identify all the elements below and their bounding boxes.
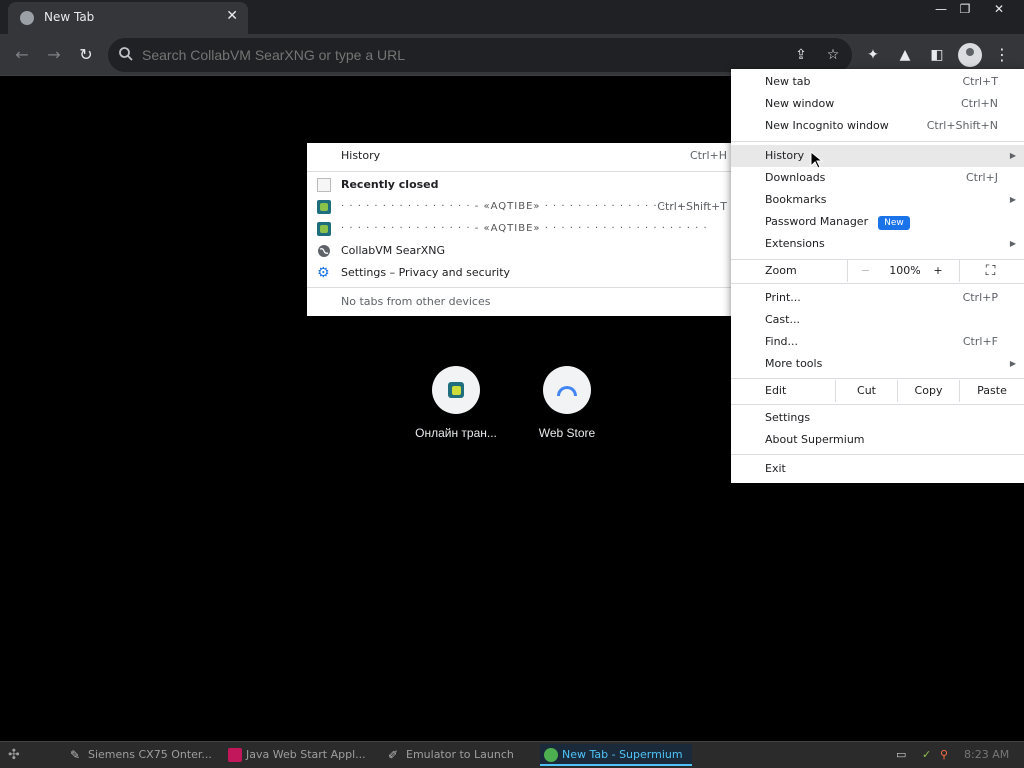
zoom-out-button[interactable]: − (847, 260, 883, 282)
site-favicon-icon (317, 200, 331, 214)
recently-closed-entry[interactable]: · · · · · · · · · · · · · · · · - «AQTIB… (307, 196, 737, 218)
history-item[interactable]: History Ctrl+H (307, 145, 737, 167)
emulator-icon: ✐ (388, 748, 399, 762)
shortcut-tile[interactable]: Онлайн тран... (401, 366, 511, 440)
app-menu: New tab Ctrl+T New window Ctrl+N New Inc… (731, 69, 1024, 483)
menu-item-cast[interactable]: Cast... (731, 309, 1024, 331)
title-bar: New Tab ✕ — ❐ ✕ (0, 0, 1024, 34)
tab-close-icon[interactable]: ✕ (226, 8, 238, 24)
shortcut-tile[interactable]: Web Store (512, 366, 622, 440)
taskbar-item-active[interactable]: New Tab - Supermium (540, 744, 692, 766)
window-icon (317, 178, 331, 192)
share-icon[interactable]: ⇪ (792, 46, 810, 64)
side-panel-icon[interactable]: ◧ (926, 44, 948, 66)
search-tray-icon[interactable]: ⚲ (940, 746, 948, 764)
menu-item-new-incognito[interactable]: New Incognito window Ctrl+Shift+N (731, 115, 1024, 137)
history-entry-searxng[interactable]: CollabVM SearXNG (307, 240, 737, 262)
menu-item-new-tab[interactable]: New tab Ctrl+T (731, 71, 1024, 93)
close-window-button[interactable]: ✕ (986, 0, 1012, 18)
zoom-in-button[interactable]: + (927, 260, 949, 282)
tab-new-tab[interactable]: New Tab ✕ (8, 2, 248, 34)
no-tabs-message: No tabs from other devices (341, 295, 491, 308)
copy-button[interactable]: Copy (897, 380, 959, 402)
zoom-level: 100% (889, 264, 921, 277)
menu-item-bookmarks[interactable]: Bookmarks ▶ (731, 189, 1024, 211)
site-favicon-icon (317, 222, 331, 236)
menu-item-about[interactable]: About Supermium (731, 429, 1024, 451)
reload-button[interactable]: ↻ (74, 43, 98, 67)
menu-item-history[interactable]: History ▶ (731, 145, 1024, 167)
submenu-arrow-icon: ▶ (1009, 359, 1016, 368)
restore-button[interactable]: ❐ (952, 0, 978, 18)
labs-flask-icon[interactable]: ▲ (894, 44, 916, 66)
menu-dots-icon[interactable]: ⋮ (991, 44, 1013, 66)
menu-separator (731, 454, 1024, 455)
menu-separator (307, 287, 737, 288)
start-menu-icon[interactable]: ✣ (8, 746, 34, 764)
network-icon[interactable]: ✓ (922, 746, 931, 764)
taskbar-item[interactable]: ✎ Siemens CX75 Onter... (66, 744, 212, 766)
extensions-icon[interactable]: ✦ (862, 44, 884, 66)
java-icon (228, 748, 242, 762)
omnibox[interactable]: ⇪ ☆ (108, 38, 852, 72)
recently-closed-entry[interactable]: · · · · · · · · · · · · · · · · - «AQTIB… (307, 218, 737, 240)
menu-item-downloads[interactable]: Downloads Ctrl+J (731, 167, 1024, 189)
submenu-arrow-icon: ▶ (1009, 195, 1016, 204)
profile-avatar[interactable] (958, 43, 982, 67)
menu-separator (731, 141, 1024, 142)
phone-icon: ✎ (70, 748, 81, 762)
omnibox-input[interactable] (142, 44, 762, 66)
shortcut-label: Web Store (538, 426, 596, 440)
shortcut-label: Онлайн тран... (415, 426, 497, 440)
cut-button[interactable]: Cut (835, 380, 897, 402)
globe-icon (318, 245, 330, 257)
menu-separator (731, 378, 1024, 379)
bookmark-star-icon[interactable]: ☆ (824, 46, 842, 64)
history-entry-settings[interactable]: ⚙ Settings – Privacy and security (307, 262, 737, 284)
menu-item-exit[interactable]: Exit (731, 458, 1024, 480)
keyboard-icon[interactable]: ▭ (896, 746, 906, 764)
taskbar: ✣ ✎ Siemens CX75 Onter... Java Web Start… (0, 741, 1024, 768)
fullscreen-icon[interactable]: ⛶ (959, 260, 1021, 282)
menu-separator (731, 404, 1024, 405)
new-badge: New (878, 216, 910, 230)
shortcut-icon (432, 366, 480, 414)
menu-item-settings[interactable]: Settings (731, 407, 1024, 429)
search-icon (119, 47, 133, 61)
menu-item-new-window[interactable]: New window Ctrl+N (731, 93, 1024, 115)
mouse-cursor-icon (810, 151, 824, 169)
clock[interactable]: 8:23 AM (964, 746, 1009, 764)
taskbar-item[interactable]: ✐ Emulator to Launch (384, 744, 530, 766)
taskbar-item[interactable]: Java Web Start Appl... (224, 744, 374, 766)
menu-item-password-manager[interactable]: Password Manager New (731, 211, 1024, 233)
recently-closed-header: Recently closed (307, 174, 737, 196)
submenu-arrow-icon: ▶ (1009, 239, 1016, 248)
back-button[interactable]: ← (10, 43, 34, 67)
menu-item-extensions[interactable]: Extensions ▶ (731, 233, 1024, 255)
menu-item-more-tools[interactable]: More tools ▶ (731, 353, 1024, 375)
history-submenu: History Ctrl+H Recently closed · · · · ·… (307, 143, 737, 316)
gear-icon: ⚙ (317, 265, 330, 281)
forward-button[interactable]: → (42, 43, 66, 67)
supermium-icon (544, 748, 558, 762)
paste-button[interactable]: Paste (959, 380, 1024, 402)
menu-item-edit: Edit Cut Copy Paste (731, 380, 1024, 402)
menu-separator (307, 171, 737, 172)
web-store-icon (543, 366, 591, 414)
minimize-button[interactable]: — (928, 0, 954, 18)
menu-separator (731, 283, 1024, 284)
tab-title: New Tab (44, 10, 95, 24)
submenu-arrow-icon: ▶ (1009, 151, 1016, 160)
menu-item-zoom: Zoom − 100% + ⛶ (731, 260, 1024, 282)
menu-item-print[interactable]: Print... Ctrl+P (731, 287, 1024, 309)
globe-icon (20, 11, 34, 25)
menu-item-find[interactable]: Find... Ctrl+F (731, 331, 1024, 353)
